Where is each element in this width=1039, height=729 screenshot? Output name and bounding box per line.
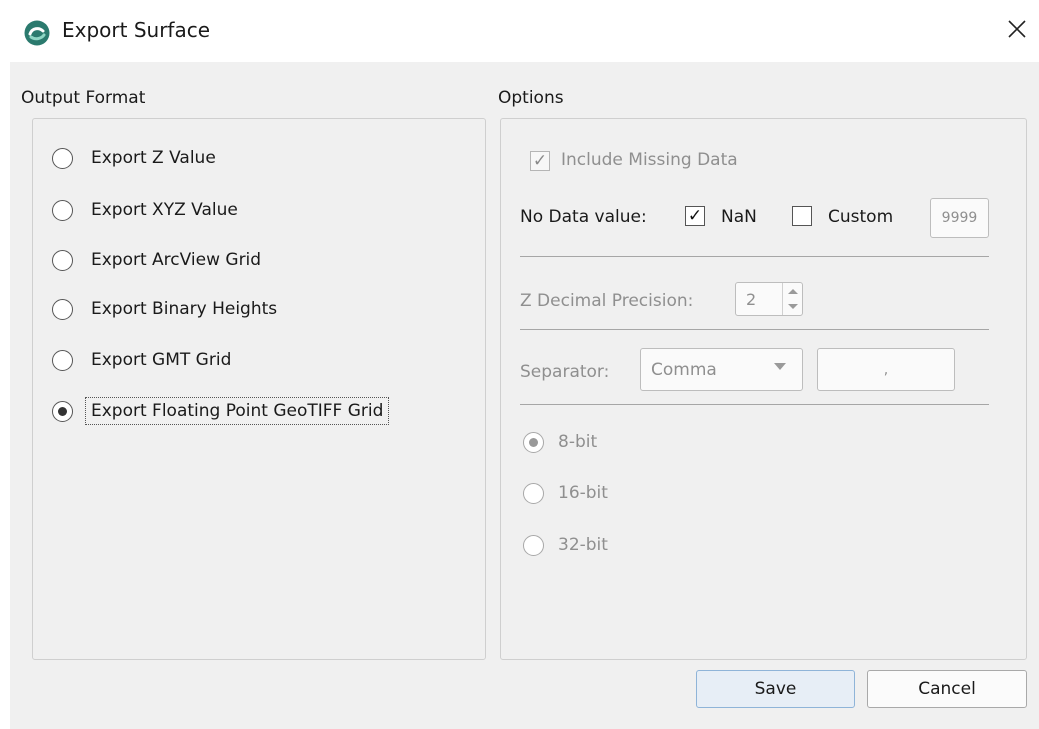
radio-button[interactable] — [523, 534, 544, 556]
include-missing-label: Include Missing Data — [561, 150, 738, 170]
radio-32-bit[interactable]: 32-bit — [523, 530, 608, 560]
radio-button[interactable] — [52, 400, 73, 422]
title-bar: Export Surface — [0, 0, 1039, 62]
spin-up-icon[interactable] — [788, 289, 798, 294]
radio-export-geotiff-grid[interactable]: Export Floating Point GeoTIFF Grid — [52, 396, 390, 426]
z-precision-value: 2 — [746, 289, 757, 309]
app-logo-icon — [24, 20, 50, 46]
radio-label: Export Z Value — [91, 148, 216, 168]
radio-label: Export Binary Heights — [91, 299, 278, 319]
radio-export-arcview-grid[interactable]: Export ArcView Grid — [52, 245, 261, 275]
separator-custom-field[interactable]: , — [817, 348, 955, 391]
radio-button[interactable] — [52, 298, 73, 320]
separator-label: Separator: — [520, 362, 610, 382]
radio-button[interactable] — [52, 199, 73, 221]
radio-label: 16-bit — [558, 483, 608, 503]
custom-label: Custom — [828, 207, 894, 227]
cancel-button[interactable]: Cancel — [867, 670, 1027, 708]
output-format-label: Output Format — [21, 88, 146, 108]
options-panel: ✓ Include Missing Data No Data value: ✓ … — [500, 118, 1027, 660]
spinner-buttons[interactable] — [782, 283, 802, 315]
separator-dropdown[interactable]: Comma — [640, 348, 803, 391]
custom-value-text: 9999 — [941, 210, 978, 226]
radio-16-bit[interactable]: 16-bit — [523, 478, 608, 508]
radio-label: Export XYZ Value — [91, 200, 238, 220]
radio-export-gmt-grid[interactable]: Export GMT Grid — [52, 345, 231, 375]
radio-label: Export GMT Grid — [91, 350, 232, 370]
radio-button[interactable] — [523, 482, 544, 504]
radio-label: 32-bit — [558, 535, 608, 555]
separator-selected: Comma — [651, 359, 717, 380]
window-title: Export Surface — [62, 18, 211, 42]
no-data-label: No Data value: — [520, 207, 647, 227]
radio-button[interactable] — [52, 349, 73, 371]
nan-label: NaN — [721, 207, 757, 227]
close-icon[interactable] — [1006, 18, 1028, 40]
save-button[interactable]: Save — [696, 670, 855, 708]
separator-line — [520, 404, 989, 405]
z-precision-spinner[interactable]: 2 — [735, 282, 803, 316]
chevron-down-icon — [774, 363, 786, 370]
radio-button[interactable] — [523, 431, 544, 453]
include-missing-checkbox[interactable]: ✓ — [530, 151, 550, 171]
nan-checkbox[interactable]: ✓ — [685, 206, 705, 226]
separator-line — [520, 329, 989, 330]
separator-line — [520, 256, 989, 257]
radio-button[interactable] — [52, 147, 73, 169]
radio-label: Export ArcView Grid — [91, 250, 262, 270]
radio-8-bit[interactable]: 8-bit — [523, 427, 597, 457]
output-format-panel: Export Z Value Export XYZ Value Export A… — [32, 118, 486, 660]
z-precision-label: Z Decimal Precision: — [520, 291, 694, 311]
radio-export-binary-heights[interactable]: Export Binary Heights — [52, 294, 277, 324]
radio-label: Export Floating Point GeoTIFF Grid — [84, 397, 390, 425]
spin-down-icon[interactable] — [788, 304, 798, 309]
radio-export-xyz-value[interactable]: Export XYZ Value — [52, 195, 238, 225]
radio-export-z-value[interactable]: Export Z Value — [52, 143, 216, 173]
dialog-body: Output Format Export Z Value Export XYZ … — [10, 62, 1039, 729]
separator-custom-value: , — [883, 361, 889, 378]
custom-checkbox[interactable] — [792, 206, 812, 226]
options-label: Options — [498, 88, 564, 108]
radio-label: 8-bit — [558, 432, 598, 452]
custom-value-field[interactable]: 9999 — [930, 198, 989, 238]
radio-button[interactable] — [52, 249, 73, 271]
